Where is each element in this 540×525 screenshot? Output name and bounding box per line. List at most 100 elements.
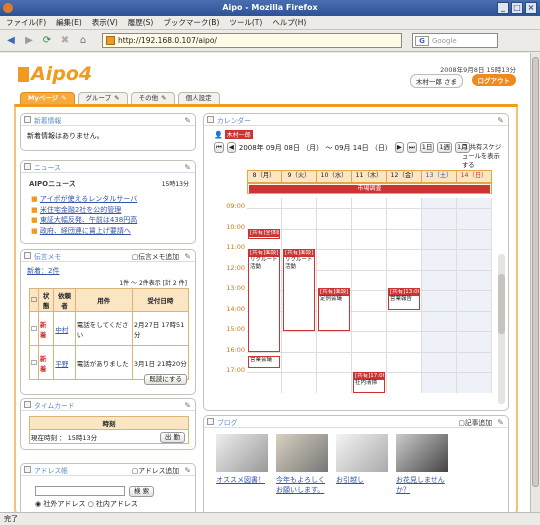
- prev-week-button[interactable]: ⏮: [214, 142, 224, 153]
- blog-thumbnail: [336, 434, 388, 472]
- prev-day-button[interactable]: ◀: [226, 142, 236, 153]
- calendar-event[interactable]: [共有]全体朝: [248, 228, 280, 239]
- row-checkbox[interactable]: ☐: [29, 311, 39, 346]
- nav-toolbar: ◀ ▶ ⟳ ✖ ⌂ http://192.168.0.107/aipo/ G Go…: [0, 30, 540, 52]
- calendar-event[interactable]: [共有]13:00-1営業報告: [388, 287, 420, 311]
- row-checkbox[interactable]: ☐: [29, 345, 39, 380]
- edit-icon[interactable]: ✎: [184, 252, 191, 261]
- portlet-icon: [24, 163, 31, 170]
- reload-icon[interactable]: ⟳: [40, 34, 54, 48]
- whatsnew-portlet: 新着情報 ✎ 新着情報はありません。: [20, 113, 196, 151]
- allday-event[interactable]: 市場調査: [249, 185, 490, 193]
- memo-new-count[interactable]: 新着：2件: [27, 266, 59, 276]
- calendar-event[interactable]: [共有]面談]1 定例会議: [318, 287, 350, 331]
- maximize-button[interactable]: □: [511, 2, 523, 14]
- address-portlet: アドレス帳 ▢アドレス追加 ✎ 検 索 ◉ 社外アドレス ○ 社内アドレス: [20, 463, 196, 512]
- calendar-title: カレンダー: [217, 116, 251, 125]
- blog-item[interactable]: お引越し: [336, 434, 388, 495]
- pen-icon: ✎: [61, 94, 67, 102]
- day-header[interactable]: 12（金）: [387, 170, 422, 183]
- next-day-button[interactable]: ▶: [394, 142, 404, 153]
- aipo-logo: Aipo4: [18, 63, 92, 85]
- day-header[interactable]: 13（土）: [422, 170, 457, 183]
- address-search-button[interactable]: 検 索: [129, 486, 155, 497]
- checkbox-all[interactable]: ☐: [29, 288, 39, 312]
- news-item[interactable]: ■ 米住宅金融2社を公的管理: [31, 205, 137, 216]
- day-column: [422, 198, 457, 393]
- menu-bar: ファイル(F) 編集(E) 表示(V) 履歴(S) ブックマーク(B) ツール(…: [0, 16, 540, 30]
- memo-table: ☐ 状態 依頼者 用件 受付日時 ☐ 新着 中村 電話をしてください 2月27日 17時51分 …: [29, 288, 190, 380]
- next-week-button[interactable]: ⏭: [406, 142, 417, 153]
- edit-icon[interactable]: ✎: [184, 163, 191, 172]
- view-day[interactable]: 1日: [419, 142, 435, 153]
- day-header[interactable]: 10（水）: [317, 170, 352, 183]
- address-type-radio[interactable]: ◉ 社外アドレス ○ 社内アドレス: [35, 499, 138, 509]
- menu-bookmarks[interactable]: ブックマーク(B): [163, 16, 219, 29]
- address-search-input[interactable]: [35, 486, 125, 496]
- calendar-portlet: カレンダー ✎ 👤 木村一郎 ⏮ ◀ 2008年 09月 08日 （月） ～ 09月…: [203, 113, 509, 411]
- menu-history[interactable]: 履歴(S): [128, 16, 154, 29]
- tab-settings[interactable]: 個人設定: [177, 92, 220, 104]
- calendar-event[interactable]: [共有]面談]1 リクルート活動: [283, 249, 315, 331]
- user-icon: 👤: [214, 130, 223, 139]
- home-icon[interactable]: ⌂: [76, 34, 90, 48]
- day-header[interactable]: 8（月）: [247, 170, 282, 183]
- add-memo-link[interactable]: ▢伝言メモ追加: [132, 251, 179, 261]
- tab-group[interactable]: グループ ✎: [77, 92, 128, 104]
- stop-icon[interactable]: ✖: [58, 34, 72, 48]
- time-label: 13:00: [226, 284, 245, 292]
- blog-item[interactable]: 今年もよろしくお願いします。: [276, 434, 328, 495]
- page-scrollbar[interactable]: [530, 53, 540, 512]
- menu-file[interactable]: ファイル(F): [6, 16, 46, 29]
- hour-line: [247, 351, 492, 353]
- calendar-user: 木村一郎: [224, 130, 253, 139]
- edit-icon[interactable]: ✎: [184, 466, 191, 475]
- minimize-button[interactable]: _: [497, 2, 509, 14]
- calendar-event[interactable]: 営業会議: [248, 355, 280, 368]
- mark-read-button[interactable]: 既読にする: [144, 374, 187, 385]
- menu-edit[interactable]: 編集(E): [56, 16, 82, 29]
- menu-help[interactable]: ヘルプ(H): [272, 16, 306, 29]
- portlet-icon: [24, 252, 31, 259]
- tab-other[interactable]: その他 ✎: [130, 92, 175, 104]
- tab-mypage[interactable]: Myページ ✎: [20, 92, 75, 104]
- menu-view[interactable]: 表示(V): [92, 16, 118, 29]
- calendar-event[interactable]: [共有]17:00-1社内清掃: [353, 372, 385, 393]
- news-item[interactable]: ■ 政府、経団連に賃上げ要請へ: [31, 226, 137, 237]
- clock-in-button[interactable]: 出 勤: [159, 432, 185, 443]
- blog-thumbnail: [216, 434, 268, 472]
- url-bar[interactable]: http://192.168.0.107/aipo/: [102, 33, 402, 48]
- close-button[interactable]: ×: [525, 2, 537, 14]
- edit-icon[interactable]: ✎: [497, 116, 504, 125]
- blog-item[interactable]: お花見しませんか？: [396, 434, 448, 495]
- time-label: 12:00: [226, 263, 245, 272]
- blog-thumbnail: [276, 434, 328, 472]
- edit-icon[interactable]: ✎: [497, 418, 504, 427]
- portlet-icon: [24, 466, 31, 473]
- site-icon: [106, 36, 115, 45]
- day-header[interactable]: 9（火）: [282, 170, 317, 183]
- logout-button[interactable]: ログアウト: [471, 74, 516, 86]
- search-input[interactable]: G Google: [412, 33, 498, 48]
- back-icon[interactable]: ◀: [4, 34, 18, 48]
- day-header[interactable]: 14（日）: [457, 170, 492, 183]
- add-address-link[interactable]: ▢アドレス追加: [132, 465, 179, 475]
- calendar-scrollbar[interactable]: [498, 254, 505, 404]
- calendar-event[interactable]: [共有]面談]1 リクルート活動: [248, 249, 280, 352]
- blog-list: オススメ図書！ 今年もよろしくお願いします。 お引越し お花見しませんか？: [216, 434, 448, 495]
- edit-icon[interactable]: ✎: [184, 116, 191, 125]
- day-header[interactable]: 11（木）: [352, 170, 387, 183]
- forward-icon[interactable]: ▶: [22, 34, 36, 48]
- timecard-portlet: タイムカード ✎ 時刻 現在時刻 ： 15時13分 出 勤: [20, 398, 196, 450]
- add-post-link[interactable]: ▢記事追加: [458, 417, 492, 427]
- news-item[interactable]: ■ 東証大幅反発、午前は438円高: [31, 215, 137, 226]
- share-checkbox[interactable]: ☐ 共有スケジュールを表示する: [462, 142, 506, 169]
- calendar-range: 2008年 09月 08日 （月） ～ 09月 14日 （日）: [238, 143, 392, 152]
- whatsnew-title: 新着情報: [34, 116, 62, 125]
- blog-item[interactable]: オススメ図書！: [216, 434, 268, 495]
- edit-icon[interactable]: ✎: [184, 401, 191, 410]
- memo-portlet: 伝言メモ ▢伝言メモ追加 ✎ 新着：2件 1件 ～ 2件表示 [計 2 件] ☐ 状…: [20, 249, 196, 395]
- view-week[interactable]: 1週: [437, 142, 453, 153]
- menu-tools[interactable]: ツール(T): [229, 16, 262, 29]
- news-item[interactable]: ■ アイポが使えるレンタルサーバ: [31, 194, 137, 205]
